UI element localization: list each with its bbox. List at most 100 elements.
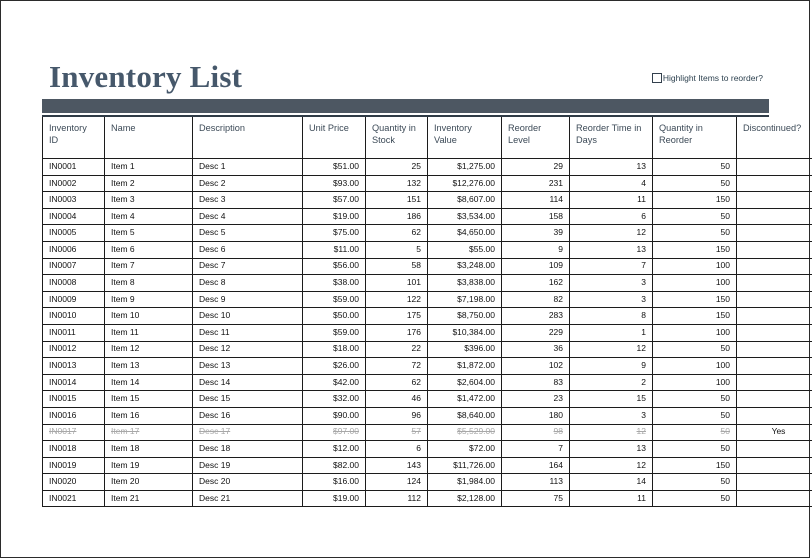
column-header-time[interactable]: Reorder Time in Days bbox=[569, 117, 653, 159]
cell-val[interactable]: $3,838.00 bbox=[427, 274, 502, 292]
cell-reo[interactable]: 164 bbox=[501, 457, 570, 475]
cell-time[interactable]: 13 bbox=[569, 241, 653, 259]
cell-time[interactable]: 7 bbox=[569, 258, 653, 276]
cell-reo[interactable]: 113 bbox=[501, 473, 570, 491]
cell-name[interactable]: Item 14 bbox=[104, 374, 193, 392]
cell-disc[interactable]: Yes bbox=[736, 424, 812, 442]
cell-price[interactable]: $42.00 bbox=[302, 374, 366, 392]
cell-qty[interactable]: 57 bbox=[365, 424, 428, 442]
cell-qty[interactable]: 46 bbox=[365, 390, 428, 408]
cell-desc[interactable]: Desc 18 bbox=[192, 440, 303, 458]
cell-name[interactable]: Item 17 bbox=[104, 424, 193, 442]
column-header-desc[interactable]: Description bbox=[192, 117, 303, 159]
cell-id[interactable]: IN0003 bbox=[42, 191, 105, 209]
cell-price[interactable]: $12.00 bbox=[302, 440, 366, 458]
cell-price[interactable]: $32.00 bbox=[302, 390, 366, 408]
cell-desc[interactable]: Desc 7 bbox=[192, 258, 303, 276]
cell-val[interactable]: $12,276.00 bbox=[427, 175, 502, 193]
cell-price[interactable]: $97.00 bbox=[302, 424, 366, 442]
cell-reo[interactable]: 82 bbox=[501, 291, 570, 309]
cell-qir[interactable]: 100 bbox=[652, 357, 737, 375]
cell-price[interactable]: $11.00 bbox=[302, 241, 366, 259]
cell-qir[interactable]: 50 bbox=[652, 224, 737, 242]
table-row[interactable]: IN0017 Item 17 Desc 17 $97.00 57 $5,529.00 98 1… bbox=[42, 424, 812, 442]
cell-id[interactable]: IN0021 bbox=[42, 490, 105, 508]
cell-id[interactable]: IN0013 bbox=[42, 357, 105, 375]
cell-disc[interactable] bbox=[736, 440, 812, 458]
cell-qty[interactable]: 96 bbox=[365, 407, 428, 425]
cell-price[interactable]: $26.00 bbox=[302, 357, 366, 375]
cell-reo[interactable]: 75 bbox=[501, 490, 570, 508]
cell-val[interactable]: $11,726.00 bbox=[427, 457, 502, 475]
cell-val[interactable]: $4,650.00 bbox=[427, 224, 502, 242]
cell-desc[interactable]: Desc 19 bbox=[192, 457, 303, 475]
cell-disc[interactable] bbox=[736, 241, 812, 259]
column-header-disc[interactable]: Discontinued? bbox=[736, 117, 812, 159]
highlight-reorder-option[interactable]: Highlight Items to reorder? bbox=[651, 73, 763, 83]
table-row[interactable]: IN0016 Item 16 Desc 16 $90.00 96 $8,640.00 180… bbox=[42, 407, 812, 425]
cell-id[interactable]: IN0014 bbox=[42, 374, 105, 392]
cell-reo[interactable]: 231 bbox=[501, 175, 570, 193]
cell-time[interactable]: 12 bbox=[569, 424, 653, 442]
cell-val[interactable]: $5,529.00 bbox=[427, 424, 502, 442]
cell-name[interactable]: Item 18 bbox=[104, 440, 193, 458]
cell-desc[interactable]: Desc 21 bbox=[192, 490, 303, 508]
cell-qir[interactable]: 150 bbox=[652, 191, 737, 209]
cell-val[interactable]: $10,384.00 bbox=[427, 324, 502, 342]
cell-price[interactable]: $19.00 bbox=[302, 490, 366, 508]
cell-name[interactable]: Item 3 bbox=[104, 191, 193, 209]
cell-id[interactable]: IN0016 bbox=[42, 407, 105, 425]
cell-desc[interactable]: Desc 4 bbox=[192, 208, 303, 226]
cell-disc[interactable] bbox=[736, 341, 812, 359]
cell-disc[interactable] bbox=[736, 407, 812, 425]
cell-val[interactable]: $1,472.00 bbox=[427, 390, 502, 408]
cell-val[interactable]: $2,604.00 bbox=[427, 374, 502, 392]
cell-qir[interactable]: 100 bbox=[652, 258, 737, 276]
cell-reo[interactable]: 158 bbox=[501, 208, 570, 226]
cell-name[interactable]: Item 1 bbox=[104, 158, 193, 176]
cell-id[interactable]: IN0020 bbox=[42, 473, 105, 491]
cell-time[interactable]: 6 bbox=[569, 208, 653, 226]
cell-qir[interactable]: 50 bbox=[652, 407, 737, 425]
cell-disc[interactable] bbox=[736, 374, 812, 392]
cell-name[interactable]: Item 2 bbox=[104, 175, 193, 193]
cell-time[interactable]: 14 bbox=[569, 473, 653, 491]
cell-reo[interactable]: 7 bbox=[501, 440, 570, 458]
cell-id[interactable]: IN0009 bbox=[42, 291, 105, 309]
cell-reo[interactable]: 229 bbox=[501, 324, 570, 342]
cell-qir[interactable]: 50 bbox=[652, 175, 737, 193]
cell-name[interactable]: Item 5 bbox=[104, 224, 193, 242]
cell-qty[interactable]: 58 bbox=[365, 258, 428, 276]
cell-disc[interactable] bbox=[736, 473, 812, 491]
cell-reo[interactable]: 109 bbox=[501, 258, 570, 276]
cell-qty[interactable]: 151 bbox=[365, 191, 428, 209]
cell-val[interactable]: $3,534.00 bbox=[427, 208, 502, 226]
cell-val[interactable]: $3,248.00 bbox=[427, 258, 502, 276]
cell-val[interactable]: $72.00 bbox=[427, 440, 502, 458]
cell-qty[interactable]: 175 bbox=[365, 307, 428, 325]
cell-disc[interactable] bbox=[736, 457, 812, 475]
cell-id[interactable]: IN0012 bbox=[42, 341, 105, 359]
cell-qir[interactable]: 50 bbox=[652, 158, 737, 176]
cell-qty[interactable]: 124 bbox=[365, 473, 428, 491]
cell-desc[interactable]: Desc 15 bbox=[192, 390, 303, 408]
cell-disc[interactable] bbox=[736, 390, 812, 408]
cell-disc[interactable] bbox=[736, 274, 812, 292]
cell-qir[interactable]: 50 bbox=[652, 208, 737, 226]
cell-disc[interactable] bbox=[736, 307, 812, 325]
cell-qty[interactable]: 72 bbox=[365, 357, 428, 375]
cell-id[interactable]: IN0006 bbox=[42, 241, 105, 259]
cell-time[interactable]: 12 bbox=[569, 224, 653, 242]
cell-reo[interactable]: 98 bbox=[501, 424, 570, 442]
cell-qty[interactable]: 5 bbox=[365, 241, 428, 259]
cell-id[interactable]: IN0007 bbox=[42, 258, 105, 276]
highlight-reorder-checkbox[interactable] bbox=[651, 73, 662, 83]
cell-time[interactable]: 3 bbox=[569, 407, 653, 425]
cell-val[interactable]: $396.00 bbox=[427, 341, 502, 359]
cell-time[interactable]: 8 bbox=[569, 307, 653, 325]
cell-reo[interactable]: 36 bbox=[501, 341, 570, 359]
cell-time[interactable]: 1 bbox=[569, 324, 653, 342]
cell-time[interactable]: 3 bbox=[569, 291, 653, 309]
cell-qty[interactable]: 25 bbox=[365, 158, 428, 176]
cell-name[interactable]: Item 13 bbox=[104, 357, 193, 375]
